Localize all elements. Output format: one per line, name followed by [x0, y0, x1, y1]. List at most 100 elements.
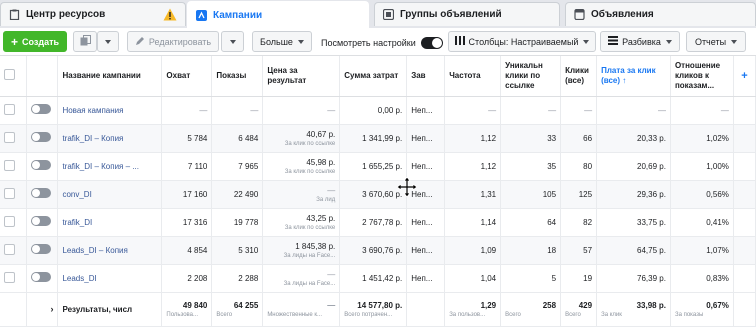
- columns-button[interactable]: Столбцы: Настраиваемый: [448, 31, 596, 52]
- chevron-down-icon: [297, 39, 304, 44]
- campaign-name-link[interactable]: Новая кампания: [62, 106, 123, 115]
- cell-value: —: [327, 105, 336, 115]
- column-header-ctr[interactable]: Отношение кликов к показам...: [670, 56, 734, 97]
- row-toggle-cell: [26, 180, 59, 209]
- campaign-toggle[interactable]: [31, 160, 52, 170]
- campaign-toggle[interactable]: [31, 244, 52, 254]
- column-header-end[interactable]: Зав: [406, 56, 446, 97]
- campaign-toggle[interactable]: [31, 104, 52, 114]
- row-select-cell: [0, 236, 28, 265]
- campaign-toggle[interactable]: [31, 188, 52, 198]
- columns-icon: [454, 36, 465, 47]
- pencil-icon: [135, 36, 145, 48]
- cell-end: Неп...: [406, 152, 446, 181]
- campaign-name-link[interactable]: trafik_DI: [62, 218, 92, 227]
- cell-ctr: 1,07%: [670, 236, 734, 265]
- more-button[interactable]: Больше: [252, 31, 312, 52]
- table-row[interactable]: Leads_DI – Копия 4 854 5 310 1 845,38 р. За …: [0, 236, 756, 265]
- column-header-name[interactable]: Название кампании: [57, 56, 163, 97]
- cell-spent: 1 655,25 р.: [339, 152, 408, 181]
- campaign-name-link[interactable]: Leads_DI – Копия: [62, 246, 127, 255]
- cell-impressions: 19 778: [211, 208, 264, 237]
- row-end-cell: [733, 180, 756, 209]
- cell-cpc: 20,33 р.: [596, 124, 671, 153]
- row-checkbox[interactable]: [4, 271, 15, 283]
- chevron-right-icon[interactable]: ›: [50, 304, 53, 314]
- total-impressions: 64 255 Всего: [211, 291, 264, 327]
- cell-reach: 4 854: [161, 236, 213, 265]
- view-settings[interactable]: Посмотреть настройки: [321, 36, 443, 50]
- breakdown-label: Разбивка: [622, 36, 661, 47]
- campaign-name-cell: Новая кампания: [57, 96, 163, 125]
- row-checkbox[interactable]: [4, 103, 15, 115]
- table-row[interactable]: trafik_DI 17 316 19 778 43,25 р. За клик по …: [0, 208, 756, 237]
- add-column-button[interactable]: +: [733, 56, 756, 97]
- column-header-clicks-all[interactable]: Клики (все): [560, 56, 598, 97]
- campaign-toggle[interactable]: [31, 216, 52, 226]
- table-row[interactable]: trafik_DI – Копия – ... 7 110 7 965 45,98 р…: [0, 152, 756, 181]
- view-settings-toggle[interactable]: [420, 37, 443, 49]
- campaign-name-cell: Leads_DI – Копия: [57, 236, 163, 265]
- table-row[interactable]: Новая кампания — — —0,00 р. Неп... — — — — —: [0, 96, 756, 125]
- reports-button[interactable]: Отчеты: [686, 31, 746, 52]
- select-all-checkbox[interactable]: [4, 68, 15, 80]
- tab-resource-center[interactable]: Центр ресурсов: [0, 2, 186, 26]
- row-checkbox[interactable]: [4, 187, 15, 199]
- column-header-reach[interactable]: Охват: [161, 56, 213, 97]
- campaign-toggle[interactable]: [31, 132, 52, 142]
- total-sub: За клик: [601, 311, 622, 318]
- cell-clicks: 57: [560, 236, 598, 265]
- edit-button[interactable]: Редактировать: [127, 31, 219, 52]
- select-all-cell: [0, 56, 28, 97]
- breakdown-button[interactable]: Разбивка: [600, 31, 680, 52]
- cell-spent: 1 341,99 р.: [339, 124, 408, 153]
- campaign-name-cell: trafik_DI: [57, 208, 163, 237]
- tab-ad-sets[interactable]: Группы объявлений: [374, 2, 560, 26]
- cell-clicks: 82: [560, 208, 598, 237]
- row-checkbox[interactable]: [4, 159, 15, 171]
- total-sub: Множественные к...: [267, 311, 323, 318]
- row-checkbox[interactable]: [4, 215, 15, 227]
- column-header-amount-spent[interactable]: Сумма затрат: [339, 56, 408, 97]
- tab-campaigns[interactable]: Кампании: [187, 1, 369, 28]
- table-row[interactable]: conv_DI 17 160 22 490— За лид 3 670,60 р. Неп…: [0, 180, 756, 209]
- row-checkbox[interactable]: [4, 131, 15, 143]
- cell-clicks: —: [560, 96, 598, 125]
- tab-ads[interactable]: Объявления: [565, 2, 756, 26]
- campaign-name-link[interactable]: Leads_DI: [62, 274, 96, 283]
- duplicate-dropdown[interactable]: [97, 31, 119, 52]
- duplicate-button[interactable]: [73, 31, 97, 52]
- table-row[interactable]: trafik_DI – Копия 5 784 6 484 40,67 р. За кл…: [0, 124, 756, 153]
- column-header-frequency[interactable]: Частота: [444, 56, 502, 97]
- cell-freq: 1,04: [444, 264, 502, 293]
- campaign-name-link[interactable]: trafik_DI – Копия – ...: [62, 162, 138, 171]
- edit-dropdown[interactable]: [221, 31, 244, 52]
- campaign-toggle[interactable]: [31, 272, 52, 282]
- cell-spent: 2 767,78 р.: [339, 208, 408, 237]
- total-reach: 49 840 Пользова...: [161, 291, 213, 327]
- total-cell: ›: [26, 291, 59, 327]
- tab-label: Объявления: [591, 9, 654, 20]
- row-checkbox[interactable]: [4, 243, 15, 255]
- campaign-name-link[interactable]: conv_DI: [62, 190, 91, 199]
- campaign-icon: [196, 9, 207, 21]
- column-header-impressions[interactable]: Показы: [211, 56, 264, 97]
- total-end: [406, 291, 446, 327]
- column-header-cpc-all[interactable]: Плата за клик (все) ↑: [596, 56, 671, 97]
- column-header-unique-link-clicks[interactable]: Уникальн клики по ссылке: [500, 56, 562, 97]
- total-value: 258: [542, 300, 557, 310]
- create-button[interactable]: + Создать: [3, 31, 67, 52]
- cell-end: Неп...: [406, 236, 446, 265]
- cell-cost-per-result: 43,25 р. За клик по ссылке: [262, 208, 341, 237]
- columns-label: Столбцы: Настраиваемый: [468, 36, 579, 47]
- total-sub: Всего: [565, 311, 581, 318]
- create-label: Создать: [22, 36, 60, 47]
- data-table: Название кампании Охват Показы Цена за р…: [0, 56, 756, 327]
- column-header-cost-per-result[interactable]: Цена за результат: [262, 56, 341, 97]
- cell-reach: 17 316: [161, 208, 213, 237]
- campaigns-table: Название кампании Охват Показы Цена за р…: [0, 55, 756, 328]
- campaign-name-link[interactable]: trafik_DI – Копия: [62, 134, 123, 143]
- cell-ulc: 33: [500, 124, 562, 153]
- table-row[interactable]: Leads_DI 2 208 2 288— За лиды на Face... 1 4…: [0, 264, 756, 293]
- total-cell: [733, 291, 756, 327]
